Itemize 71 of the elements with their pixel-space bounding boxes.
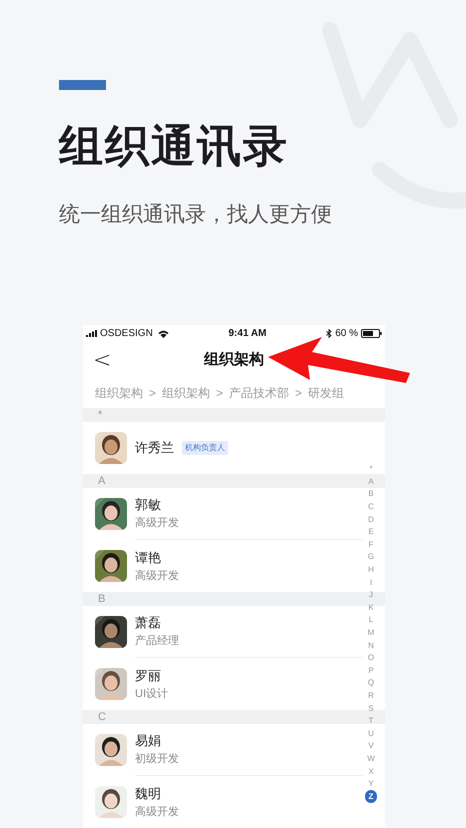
contact-role: 高级开发 xyxy=(135,516,179,530)
contact-name: 易娟 xyxy=(135,733,161,749)
battery-percent: 60 % xyxy=(335,327,358,342)
index-letter[interactable]: N xyxy=(365,639,377,652)
accent-bar xyxy=(59,80,106,90)
index-letter[interactable]: U xyxy=(365,727,377,740)
nav-title: 组织架构 xyxy=(204,350,264,370)
contact-name: 萧磊 xyxy=(135,615,161,631)
section-letter: C xyxy=(98,710,106,724)
contact-role: 高级开发 xyxy=(135,804,179,818)
breadcrumb-link[interactable]: 产品技术部 xyxy=(229,384,290,402)
headline: 组织通讯录 xyxy=(59,121,290,173)
back-button[interactable]: < xyxy=(93,348,112,373)
index-letter[interactable]: C xyxy=(365,500,377,514)
contact-row[interactable]: 谭艳 高级开发 xyxy=(83,540,363,592)
index-letter[interactable]: I xyxy=(365,576,377,589)
index-letter[interactable]: Y xyxy=(365,778,377,790)
contact-name: 谭艳 xyxy=(135,550,161,566)
index-letter[interactable]: Q xyxy=(365,677,377,690)
contact-row[interactable]: 罗丽 UI设计 xyxy=(83,658,363,710)
index-letter[interactable]: A xyxy=(365,476,377,488)
contact-row[interactable]: 魏明 高级开发 xyxy=(83,776,363,828)
breadcrumb-separator: > xyxy=(295,385,302,402)
index-letter[interactable]: J xyxy=(365,588,377,602)
contact-row[interactable]: 萧磊 产品经理 xyxy=(83,606,363,658)
section-letter: * xyxy=(98,408,102,422)
role-badge: 机构负责人 xyxy=(182,441,228,455)
contact-name: 郭敏 xyxy=(135,497,161,513)
contact-name: 罗丽 xyxy=(135,668,161,684)
contact-row[interactable]: 易娟 初级开发 xyxy=(83,724,363,776)
contact-row[interactable]: 许秀兰 机构负责人 xyxy=(83,422,363,474)
breadcrumb-separator: > xyxy=(149,385,156,402)
index-letter[interactable]: E xyxy=(365,526,377,539)
section-letter: A xyxy=(98,474,106,488)
index-letter[interactable]: H xyxy=(365,564,377,576)
index-letter[interactable]: K xyxy=(365,602,377,614)
bluetooth-icon xyxy=(326,329,332,338)
contact-name: 魏明 xyxy=(135,786,161,802)
carrier-name: OSDESIGN xyxy=(100,327,153,342)
arrow-icon xyxy=(266,335,412,385)
index-letter[interactable]: D xyxy=(365,513,377,526)
index-letter[interactable]: G xyxy=(365,551,377,564)
index-letter[interactable]: S xyxy=(365,702,377,715)
index-letter[interactable]: L xyxy=(365,614,377,627)
contact-row[interactable]: 郭敏 高级开发 xyxy=(83,488,363,540)
contact-name: 许秀兰 xyxy=(135,440,174,456)
battery-icon xyxy=(360,329,382,338)
index-letter[interactable]: M xyxy=(365,626,377,640)
breadcrumb-link[interactable]: 组织架构 xyxy=(95,384,143,402)
contact-role: UI设计 xyxy=(135,686,168,700)
section-letter: B xyxy=(98,592,106,606)
index-letter[interactable]: X xyxy=(365,765,377,778)
breadcrumb-link[interactable]: 研发组 xyxy=(308,384,344,402)
wifi-icon xyxy=(158,330,169,338)
index-letter[interactable]: V xyxy=(365,740,377,753)
contact-role: 产品经理 xyxy=(135,634,179,648)
index-letter[interactable]: R xyxy=(365,690,377,702)
index-letter[interactable]: B xyxy=(365,488,377,501)
contact-role: 初级开发 xyxy=(135,752,179,766)
index-letter[interactable]: T xyxy=(365,714,377,728)
index-letter[interactable]: W xyxy=(365,752,377,766)
status-time: 9:41 AM xyxy=(228,327,266,342)
breadcrumb-link[interactable]: 组织架构 xyxy=(162,384,210,402)
contact-role: 高级开发 xyxy=(135,568,179,582)
breadcrumb-separator: > xyxy=(216,385,224,402)
index-letter[interactable]: O xyxy=(365,652,377,664)
signal-icon xyxy=(86,330,98,338)
subtitle: 统一组织通讯录，找人更方便 xyxy=(59,202,333,228)
index-letter[interactable]: * xyxy=(365,463,377,476)
index-letter[interactable]: P xyxy=(365,664,377,678)
index-letter[interactable]: F xyxy=(365,538,377,552)
